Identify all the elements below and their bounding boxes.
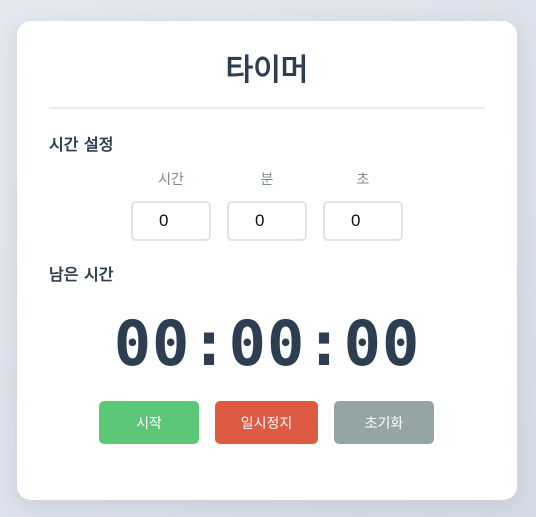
title-divider [49,107,485,109]
remaining-time-label: 남은 시간 [49,265,114,284]
countdown-display: 00:00:00 [113,307,421,380]
time-setting-label: 시간 설정 [49,135,114,154]
start-button[interactable]: 시작 [99,401,199,444]
seconds-input[interactable] [323,201,403,241]
hours-caption: 시간 [158,172,184,188]
minutes-field-group: 분 [227,171,307,241]
reset-button[interactable]: 초기화 [334,401,434,444]
seconds-caption: 초 [356,172,370,188]
minutes-input[interactable] [227,201,307,241]
page-title: 타이머 [225,53,309,88]
hours-input[interactable] [131,201,211,241]
pause-button[interactable]: 일시정지 [215,401,318,444]
hours-field-group: 시간 [131,171,211,241]
timer-card: 타이머 시간 설정 시간 분 초 남은 시간 00:00:00 시작 일시정지 … [17,21,517,500]
minutes-caption: 분 [260,172,274,188]
seconds-field-group: 초 [323,171,403,241]
